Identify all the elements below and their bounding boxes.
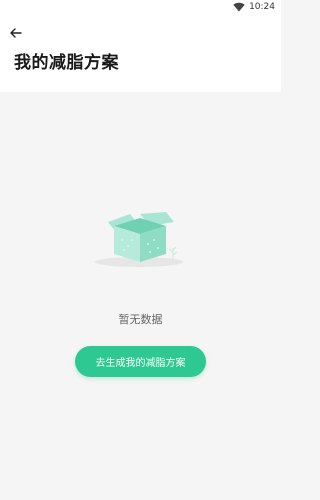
empty-box-icon — [94, 200, 188, 270]
arrow-left-icon — [10, 23, 22, 42]
wifi-icon — [233, 2, 245, 12]
page-title: 我的减脂方案 — [14, 53, 119, 73]
status-bar: 10:24 — [0, 0, 281, 16]
empty-message: 暂无数据 — [118, 313, 163, 326]
status-time: 10:24 — [249, 2, 275, 12]
status-right: 10:24 — [233, 2, 275, 12]
back-button[interactable] — [8, 24, 24, 40]
header: 我的减脂方案 — [0, 16, 281, 92]
generate-plan-button[interactable]: 去生成我的减脂方案 — [75, 346, 206, 377]
content-area: 暂无数据 去生成我的减脂方案 — [0, 92, 281, 500]
